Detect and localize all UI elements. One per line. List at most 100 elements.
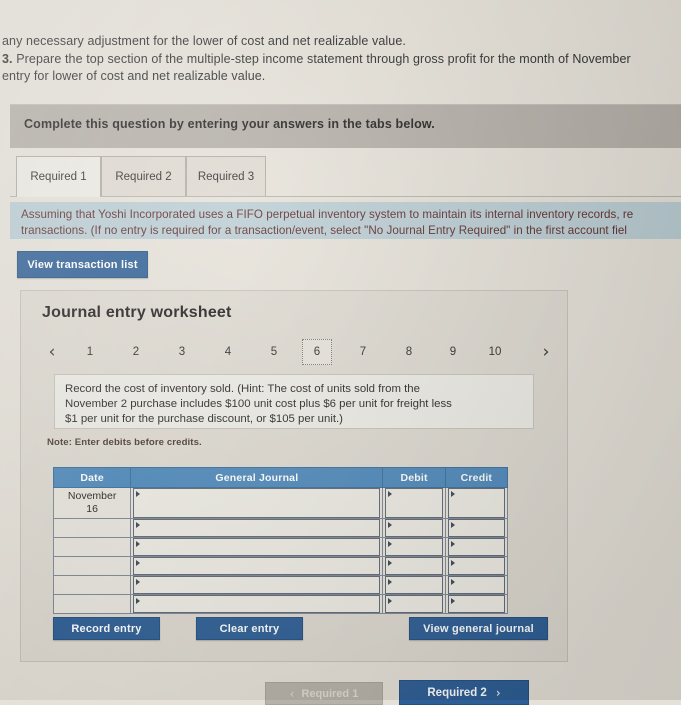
debit-input[interactable]	[385, 576, 443, 594]
instruction-band-text: Complete this question by entering your …	[24, 117, 435, 131]
column-header-general-journal: General Journal	[130, 467, 384, 488]
table-header-row: Date General Journal Debit Credit	[52, 467, 509, 488]
clear-entry-button[interactable]: Clear entry	[196, 617, 303, 640]
requirement-description-band: Assuming that Yoshi Incorporated uses a …	[10, 202, 681, 239]
cell-date: November 16	[52, 487, 132, 519]
credit-input[interactable]	[447, 538, 505, 556]
hint-line-1: Record the cost of inventory sold. (Hint…	[65, 383, 420, 395]
chevron-left-icon[interactable]: ‹	[41, 339, 63, 365]
hint-line-2: November 2 purchase includes $100 unit c…	[65, 398, 452, 410]
cell-general-journal[interactable]	[130, 594, 384, 614]
record-entry-button[interactable]: Record entry	[53, 617, 160, 640]
cell-credit[interactable]	[444, 594, 509, 614]
cell-general-journal[interactable]	[130, 556, 384, 576]
chevron-right-icon: ›	[495, 685, 501, 700]
cell-debit[interactable]	[382, 594, 446, 614]
view-general-journal-label: View general journal	[423, 622, 534, 635]
debit-input[interactable]	[385, 557, 443, 575]
pager-page-6[interactable]: 6	[302, 339, 332, 365]
requirement-line-2: transactions. (If no entry is required f…	[21, 223, 627, 237]
debit-input[interactable]	[385, 538, 443, 556]
table-row	[52, 575, 509, 595]
requirement-line-1: Assuming that Yoshi Incorporated uses a …	[21, 208, 634, 221]
credit-input[interactable]	[447, 519, 505, 537]
pager-page-2[interactable]: 2	[121, 339, 151, 365]
table-row	[52, 518, 509, 538]
cell-debit[interactable]	[382, 518, 446, 538]
intro-line-1: any necessary adjustment for the lower o…	[2, 34, 406, 48]
requirement-description-text: Assuming that Yoshi Incorporated uses a …	[21, 207, 681, 238]
instruction-band: Complete this question by entering your …	[10, 104, 681, 148]
cell-general-journal[interactable]	[130, 487, 384, 519]
cell-debit[interactable]	[382, 537, 446, 557]
cell-credit[interactable]	[444, 487, 509, 519]
tab-required-3[interactable]: Required 3	[186, 156, 266, 196]
cell-date	[52, 518, 132, 538]
cell-debit[interactable]	[382, 556, 446, 576]
column-header-credit: Credit	[444, 467, 509, 488]
pager-page-3[interactable]: 3	[167, 339, 197, 365]
tab-required-2[interactable]: Required 2	[101, 156, 186, 196]
tab-required-1[interactable]: Required 1	[16, 156, 101, 197]
hint-line-3: $1 per unit for the purchase discount, o…	[65, 413, 343, 425]
cell-credit[interactable]	[444, 575, 509, 595]
intro-line-2: 3. Prepare the top section of the multip…	[2, 51, 681, 69]
view-transaction-list-label: View transaction list	[27, 258, 138, 271]
cell-date-day: 16	[86, 503, 98, 515]
pager-page-10[interactable]: 10	[480, 339, 510, 365]
column-header-date: Date	[52, 467, 132, 488]
view-general-journal-button[interactable]: View general journal	[409, 617, 548, 640]
cell-general-journal[interactable]	[130, 518, 384, 538]
chevron-left-icon: ‹	[289, 686, 295, 701]
cell-date-month: November	[67, 490, 117, 502]
table-row	[52, 537, 509, 557]
cell-date	[52, 537, 132, 557]
intro-line-2-text: Prepare the top section of the multiple-…	[12, 51, 631, 66]
debit-input[interactable]	[385, 595, 443, 613]
cell-general-journal[interactable]	[130, 575, 384, 595]
cell-general-journal[interactable]	[130, 537, 384, 557]
general-journal-select[interactable]	[133, 595, 381, 613]
table-row	[52, 594, 509, 614]
pager-page-1[interactable]: 1	[75, 339, 105, 365]
pager-page-5[interactable]: 5	[259, 339, 289, 365]
cell-date	[52, 575, 132, 595]
general-journal-select[interactable]	[133, 538, 381, 556]
question-intro-text: any necessary adjustment for the lower o…	[2, 33, 681, 86]
column-header-debit: Debit	[382, 467, 446, 488]
pager-page-7[interactable]: 7	[348, 339, 378, 365]
debit-input[interactable]	[385, 488, 443, 518]
chevron-right-icon[interactable]: ›	[535, 339, 557, 365]
worksheet-hint-box: Record the cost of inventory sold. (Hint…	[54, 374, 534, 429]
tab-required-2-label: Required 2	[115, 170, 172, 183]
intro-line-3: entry for lower of cost and net realizab…	[2, 69, 266, 83]
next-required-button[interactable]: Required 2 ›	[399, 680, 529, 705]
pager-page-4[interactable]: 4	[213, 339, 243, 365]
intro-step-number: 3.	[2, 51, 13, 66]
general-journal-select[interactable]	[133, 576, 381, 594]
credit-input[interactable]	[447, 488, 505, 518]
pager-page-8[interactable]: 8	[394, 339, 424, 365]
cell-credit[interactable]	[444, 556, 509, 576]
general-journal-select[interactable]	[133, 519, 381, 537]
journal-entry-table: Date General Journal Debit Credit Novemb…	[52, 467, 509, 614]
pager-page-9[interactable]: 9	[438, 339, 468, 365]
general-journal-select[interactable]	[133, 557, 381, 575]
cell-credit[interactable]	[444, 518, 509, 538]
cell-date	[52, 594, 132, 614]
cell-debit[interactable]	[382, 487, 446, 519]
credit-input[interactable]	[447, 576, 505, 594]
previous-required-button[interactable]: ‹ Required 1	[265, 682, 383, 705]
debits-before-credits-note: Note: Enter debits before credits.	[47, 437, 202, 448]
next-required-label: Required 2	[427, 686, 487, 699]
cell-date	[52, 556, 132, 576]
credit-input[interactable]	[447, 595, 505, 613]
table-row: November 16	[52, 487, 509, 519]
cell-credit[interactable]	[444, 537, 509, 557]
debit-input[interactable]	[385, 519, 443, 537]
previous-required-label: Required 1	[301, 687, 359, 700]
general-journal-select[interactable]	[133, 488, 381, 518]
credit-input[interactable]	[447, 557, 505, 575]
view-transaction-list-button[interactable]: View transaction list	[17, 251, 148, 278]
cell-debit[interactable]	[382, 575, 446, 595]
